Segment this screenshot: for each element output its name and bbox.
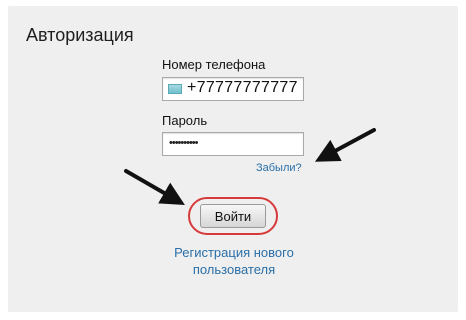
annotation-arrows bbox=[124, 128, 376, 205]
arrow-to-forgot-link bbox=[314, 128, 376, 162]
arrow-to-login-button bbox=[124, 169, 185, 205]
